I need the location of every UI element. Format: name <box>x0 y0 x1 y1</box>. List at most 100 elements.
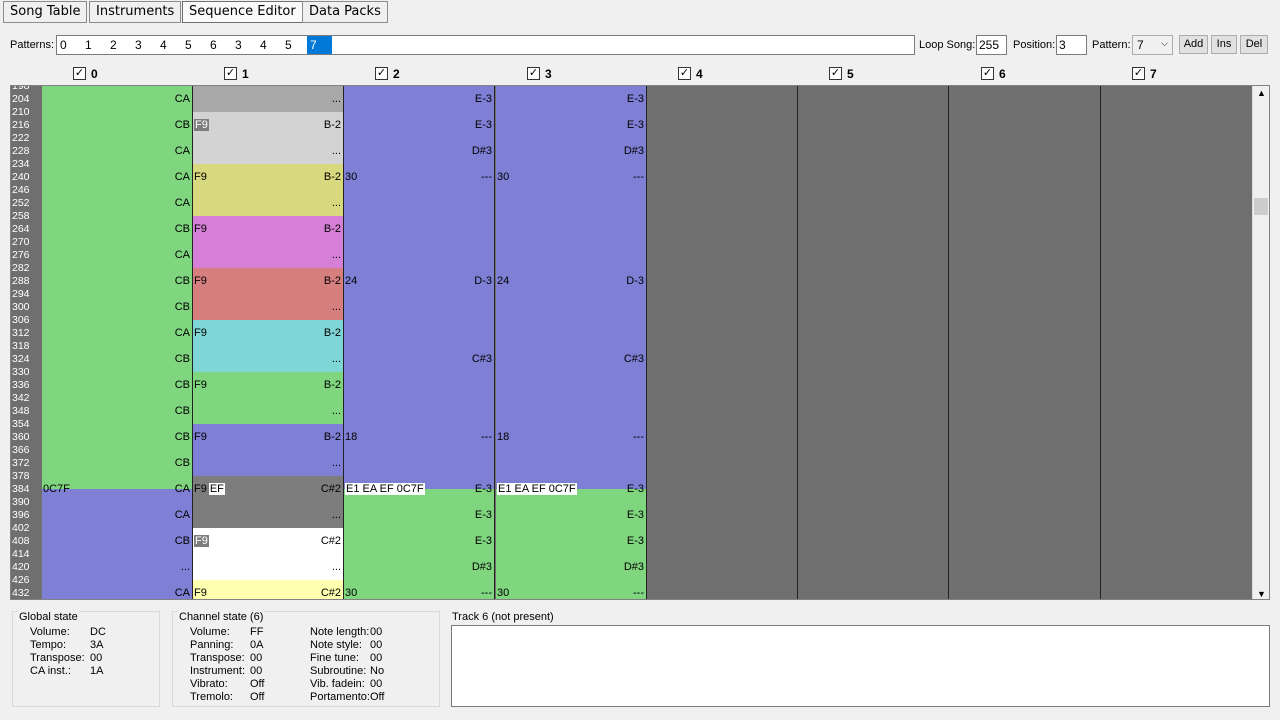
note-cell[interactable]: 18 <box>497 431 509 443</box>
note-cell[interactable]: CB <box>175 301 190 313</box>
note-cell[interactable]: D-3 <box>626 275 644 287</box>
note-cell[interactable]: E-3 <box>475 483 492 495</box>
pattern-entry[interactable]: 4 <box>257 36 282 54</box>
note-cell[interactable]: ... <box>332 145 341 157</box>
note-cell[interactable]: B-2 <box>324 171 341 183</box>
note-cell[interactable]: 30 <box>345 171 357 183</box>
note-cell[interactable]: E-3 <box>627 93 644 105</box>
vertical-scrollbar[interactable]: ▲ ▼ <box>1252 86 1269 599</box>
add-button[interactable]: Add <box>1179 35 1208 54</box>
note-cell[interactable]: B-2 <box>324 275 341 287</box>
note-cell[interactable]: B-2 <box>324 223 341 235</box>
track-content[interactable] <box>451 625 1270 707</box>
note-cell[interactable]: CA <box>175 249 190 261</box>
channel-column-5[interactable] <box>798 86 949 599</box>
pattern-block[interactable] <box>193 424 343 476</box>
note-cell[interactable]: ... <box>332 197 341 209</box>
note-cell[interactable]: B-2 <box>324 327 341 339</box>
note-cell[interactable]: D#3 <box>624 145 644 157</box>
pattern-block[interactable] <box>193 164 343 216</box>
scroll-thumb[interactable] <box>1254 198 1268 215</box>
note-cell[interactable]: C#2 <box>321 535 341 547</box>
note-cell[interactable]: --- <box>633 587 644 599</box>
note-cell[interactable]: ... <box>332 405 341 417</box>
note-cell[interactable]: E1 EA EF 0C7F <box>497 483 577 495</box>
note-cell[interactable]: E-3 <box>627 509 644 521</box>
note-cell[interactable]: F9 <box>194 327 207 339</box>
note-cell[interactable]: ... <box>332 353 341 365</box>
note-cell[interactable]: --- <box>481 587 492 599</box>
note-cell[interactable]: E1 EA EF 0C7F <box>345 483 425 495</box>
channel-enable-checkbox[interactable]: ✓ <box>829 67 842 80</box>
note-cell[interactable]: CA <box>175 171 190 183</box>
pattern-select[interactable]: 7 ⌵ <box>1132 35 1173 55</box>
pattern-block[interactable] <box>193 268 343 320</box>
channel-enable-checkbox[interactable]: ✓ <box>224 67 237 80</box>
pattern-block[interactable] <box>193 372 343 424</box>
position-input[interactable]: 3 <box>1056 35 1087 55</box>
note-cell[interactable]: F9 <box>194 535 209 547</box>
note-cell[interactable]: D#3 <box>624 561 644 573</box>
note-cell[interactable]: E-3 <box>627 483 644 495</box>
pattern-block[interactable] <box>193 216 343 268</box>
note-cell[interactable]: 0C7F <box>43 483 70 495</box>
note-cell[interactable]: F9 <box>194 587 207 599</box>
channel-column-2[interactable]: E-3 E-3 D#3 30 --- 24 D-3 C#3 18 --- E1 EA EF 0C7F… <box>344 86 495 599</box>
note-cell[interactable]: 24 <box>497 275 509 287</box>
note-cell[interactable]: ... <box>332 561 341 573</box>
pattern-entry[interactable]: 3 <box>232 36 257 54</box>
note-cell[interactable]: CA <box>175 197 190 209</box>
note-cell[interactable]: CA <box>175 483 190 495</box>
note-cell[interactable]: C#3 <box>472 353 492 365</box>
note-cell[interactable]: CB <box>175 457 190 469</box>
note-cell[interactable]: C#2 <box>321 483 341 495</box>
pattern-entry[interactable]: 3 <box>132 36 157 54</box>
note-cell[interactable]: D#3 <box>472 145 492 157</box>
del-button[interactable]: Del <box>1240 35 1268 54</box>
note-cell[interactable]: ... <box>332 457 341 469</box>
tab-sequence-editor[interactable]: Sequence Editor <box>182 1 303 23</box>
note-cell[interactable]: --- <box>481 431 492 443</box>
note-cell[interactable]: CA <box>175 327 190 339</box>
channel-enable-checkbox[interactable]: ✓ <box>678 67 691 80</box>
note-cell[interactable]: F9 <box>194 223 207 235</box>
channel-enable-checkbox[interactable]: ✓ <box>73 67 86 80</box>
note-cell[interactable]: CB <box>175 405 190 417</box>
note-cell[interactable]: F9 EF <box>194 483 225 495</box>
note-cell[interactable]: E-3 <box>475 509 492 521</box>
channel-column-4[interactable] <box>647 86 798 599</box>
note-cell[interactable]: CB <box>175 535 190 547</box>
pattern-entry[interactable]: 5 <box>282 36 307 54</box>
sequence-grid[interactable]: 198 204 210 216 222 228 234 240 246 252 258 264 270 2… <box>10 85 1270 600</box>
pattern-block[interactable] <box>344 489 494 599</box>
channel-enable-checkbox[interactable]: ✓ <box>981 67 994 80</box>
channel-column-1[interactable]: ... F9 B-2... F9 B-2... F9 B-2... F9 B-2... F9 B-2… <box>193 86 344 599</box>
patterns-list[interactable]: 01234563457 <box>56 35 915 55</box>
note-cell[interactable]: CA <box>175 509 190 521</box>
note-cell[interactable]: CB <box>175 223 190 235</box>
pattern-entry[interactable]: 4 <box>157 36 182 54</box>
channel-enable-checkbox[interactable]: ✓ <box>527 67 540 80</box>
pattern-block[interactable] <box>42 86 192 489</box>
note-cell[interactable]: CB <box>175 431 190 443</box>
note-cell[interactable]: E-3 <box>627 119 644 131</box>
pattern-block[interactable] <box>193 86 343 112</box>
note-cell[interactable]: ... <box>181 561 190 573</box>
note-cell[interactable]: E-3 <box>627 535 644 547</box>
note-cell[interactable]: --- <box>633 171 644 183</box>
note-cell[interactable]: 24 <box>345 275 357 287</box>
channel-column-7[interactable] <box>1101 86 1253 599</box>
note-cell[interactable]: F9 <box>194 431 207 443</box>
channel-column-6[interactable] <box>950 86 1101 599</box>
channel-column-0[interactable]: CA CB CA CA CA CB CA CB CB CA CB CB CB CB CB 0C7F CA CA CB… <box>42 86 193 599</box>
note-cell[interactable]: ... <box>332 93 341 105</box>
channel-enable-checkbox[interactable]: ✓ <box>375 67 388 80</box>
note-cell[interactable]: E-3 <box>475 93 492 105</box>
note-cell[interactable]: F9 <box>194 379 207 391</box>
pattern-block[interactable] <box>42 489 192 599</box>
note-cell[interactable]: CB <box>175 353 190 365</box>
note-cell[interactable]: E-3 <box>475 119 492 131</box>
pattern-block[interactable] <box>193 320 343 372</box>
note-cell[interactable]: F9 <box>194 119 209 131</box>
note-cell[interactable]: E-3 <box>475 535 492 547</box>
